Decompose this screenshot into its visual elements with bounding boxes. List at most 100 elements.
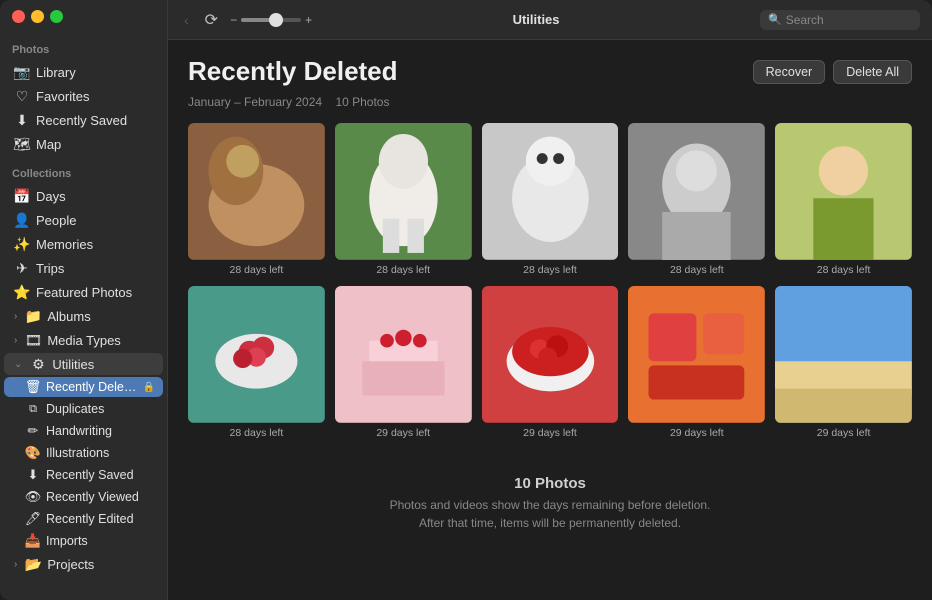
content-subtitle: January – February 2024 10 Photos <box>188 95 912 109</box>
photo-days-label: 29 days left <box>376 427 430 439</box>
albums-icon: 📁 <box>25 308 41 324</box>
sidebar-item-media-types[interactable]: › 🎞 Media Types <box>4 329 163 351</box>
sidebar-item-label: Map <box>36 137 155 152</box>
footer-desc: Photos and videos show the days remainin… <box>188 496 912 532</box>
sidebar-item-label: Memories <box>36 237 155 252</box>
sidebar-item-albums[interactable]: › 📁 Albums <box>4 305 163 327</box>
chevron-right-icon: › <box>14 311 17 322</box>
photo-thumbnail <box>482 286 619 423</box>
sidebar-subitem-recently-viewed[interactable]: 👁 Recently Viewed <box>4 487 163 507</box>
zoom-control: − + <box>230 13 312 27</box>
sidebar-item-people[interactable]: 👤 People <box>4 209 163 231</box>
sidebar-item-label: Albums <box>47 309 155 324</box>
utilities-icon: ⚙ <box>30 356 46 372</box>
sidebar-subitem-handwriting[interactable]: ✏ Handwriting <box>4 421 163 441</box>
sidebar-subitem-recently-saved[interactable]: ⬇ Recently Saved <box>4 465 163 485</box>
footer-line1: Photos and videos show the days remainin… <box>390 498 711 512</box>
photo-thumbnail <box>335 286 472 423</box>
photo-days-label: 28 days left <box>523 264 577 276</box>
chevron-down-icon: ⌄ <box>14 359 22 370</box>
recently-edited-icon: 🖊 <box>26 512 40 526</box>
photo-thumbnail <box>335 123 472 260</box>
photo-item[interactable]: 28 days left <box>628 123 765 276</box>
sidebar-subitem-label: Handwriting <box>46 424 155 438</box>
sidebar-item-memories[interactable]: ✨ Memories <box>4 233 163 255</box>
photo-thumbnail <box>188 286 325 423</box>
search-input[interactable] <box>786 13 906 27</box>
photo-days-label: 29 days left <box>523 427 577 439</box>
photo-item[interactable]: 28 days left <box>335 123 472 276</box>
photo-item[interactable]: 28 days left <box>775 123 912 276</box>
sidebar-item-library[interactable]: 📷 Library <box>4 61 163 83</box>
sidebar-subitem-imports[interactable]: 📥 Imports <box>4 531 163 551</box>
photo-count: 10 Photos <box>335 95 389 109</box>
duplicates-icon: ⧉ <box>26 402 40 416</box>
photo-item[interactable]: 28 days left <box>188 286 325 439</box>
photo-item[interactable]: 29 days left <box>775 286 912 439</box>
sidebar-item-label: Utilities <box>52 357 155 372</box>
photo-thumbnail <box>188 123 325 260</box>
toolbar: ‹ ⟳ − + Utilities 🔍 <box>168 0 932 40</box>
photo-thumbnail <box>628 286 765 423</box>
sidebar-item-featured-photos[interactable]: ⭐ Featured Photos <box>4 281 163 303</box>
photo-days-label: 28 days left <box>230 264 284 276</box>
close-button[interactable] <box>12 10 25 23</box>
sidebar-item-trips[interactable]: ✈ Trips <box>4 257 163 279</box>
photo-item[interactable]: 29 days left <box>628 286 765 439</box>
sidebar-item-label: Trips <box>36 261 155 276</box>
sidebar-subitem-illustrations[interactable]: 🎨 Illustrations <box>4 443 163 463</box>
chevron-right-icon: › <box>14 559 17 570</box>
recently-saved-sub-icon: ⬇ <box>26 468 40 482</box>
media-types-icon: 🎞 <box>25 332 41 348</box>
zoom-minus-label: − <box>230 13 237 27</box>
handwriting-icon: ✏ <box>26 424 40 438</box>
zoom-slider[interactable] <box>241 18 301 22</box>
photo-days-label: 28 days left <box>817 264 871 276</box>
sidebar-subitem-label: Illustrations <box>46 446 155 460</box>
minimize-button[interactable] <box>31 10 44 23</box>
sidebar-item-label: Media Types <box>47 333 155 348</box>
photo-item[interactable]: 28 days left <box>188 123 325 276</box>
photos-section-label: Photos <box>0 32 167 60</box>
sidebar-item-label: Projects <box>47 557 155 572</box>
sidebar-subitem-label: Imports <box>46 534 155 548</box>
toolbar-title: Utilities <box>320 12 752 27</box>
main-content: ‹ ⟳ − + Utilities 🔍 Recently Deleted Rec… <box>168 0 932 600</box>
sidebar: Photos 📷 Library ♡ Favorites ⬇ Recently … <box>0 0 168 600</box>
sidebar-item-label: Library <box>36 65 155 80</box>
zoom-plus-label: + <box>305 13 312 27</box>
sidebar-item-days[interactable]: 📅 Days <box>4 185 163 207</box>
sidebar-item-projects[interactable]: › 📂 Projects <box>4 553 163 575</box>
photo-item[interactable]: 29 days left <box>335 286 472 439</box>
recently-saved-icon: ⬇ <box>14 112 30 128</box>
content-area: Recently Deleted Recover Delete All Janu… <box>168 40 932 600</box>
photo-grid: 28 days left28 days left28 days left28 d… <box>188 123 912 439</box>
footer-title: 10 Photos <box>188 475 912 492</box>
photo-item[interactable]: 28 days left <box>482 123 619 276</box>
photo-thumbnail <box>628 123 765 260</box>
sidebar-subitem-recently-deleted[interactable]: 🗑 Recently Delet... 🔒 <box>4 377 163 397</box>
window-controls <box>12 10 63 23</box>
photo-thumbnail <box>775 123 912 260</box>
back-button[interactable]: ‹ <box>180 10 193 30</box>
lock-icon: 🔒 <box>143 382 155 393</box>
sidebar-subitem-recently-edited[interactable]: 🖊 Recently Edited <box>4 509 163 529</box>
sidebar-item-label: Featured Photos <box>36 285 155 300</box>
photo-days-label: 29 days left <box>670 427 724 439</box>
sidebar-item-recently-saved[interactable]: ⬇ Recently Saved <box>4 109 163 131</box>
rotate-button[interactable]: ⟳ <box>201 8 222 32</box>
memories-icon: ✨ <box>14 236 30 252</box>
recover-button[interactable]: Recover <box>753 60 826 84</box>
sidebar-item-utilities[interactable]: ⌄ ⚙ Utilities <box>4 353 163 375</box>
date-range: January – February 2024 <box>188 95 322 109</box>
sidebar-item-label: Favorites <box>36 89 155 104</box>
maximize-button[interactable] <box>50 10 63 23</box>
sidebar-item-map[interactable]: 🗺 Map <box>4 133 163 155</box>
delete-all-button[interactable]: Delete All <box>833 60 912 84</box>
content-header: Recently Deleted Recover Delete All <box>188 56 912 87</box>
sidebar-subitem-label: Recently Saved <box>46 468 155 482</box>
photo-item[interactable]: 29 days left <box>482 286 619 439</box>
sidebar-item-favorites[interactable]: ♡ Favorites <box>4 85 163 107</box>
sidebar-subitem-duplicates[interactable]: ⧉ Duplicates <box>4 399 163 419</box>
featured-photos-icon: ⭐ <box>14 284 30 300</box>
